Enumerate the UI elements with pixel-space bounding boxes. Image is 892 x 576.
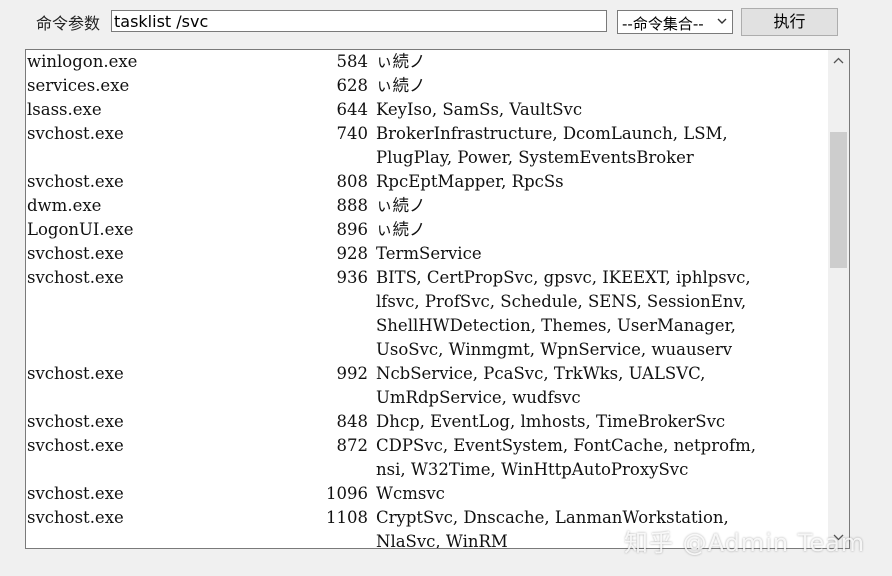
scroll-up-button[interactable] (828, 50, 849, 72)
process-name: dwm.exe (27, 196, 102, 215)
process-services: ぃ続ノ (376, 76, 426, 95)
process-line: LogonUI.exe 896 ぃ続ノ (26, 218, 829, 242)
process-services: CDPSvc, EventSystem, FontCache, netprofm… (376, 436, 757, 455)
process-name: svchost.exe (27, 412, 124, 431)
process-row: svchost.exe 928 TermService (26, 242, 829, 266)
process-line: ShellHWDetection, Themes, UserManager, (26, 314, 829, 338)
process-services: UsoSvc, Winmgmt, WpnService, wuauserv (376, 340, 733, 359)
process-services: nsi, W32Time, WinHttpAutoProxySvc (376, 460, 689, 479)
chevron-up-icon (833, 57, 844, 64)
process-row: svchost.exe 740 BrokerInfrastructure, Dcom… (26, 122, 829, 170)
process-line: lsass.exe 644 KeyIso, SamSs, VaultSvc (26, 98, 829, 122)
process-pid: 644 (336, 100, 369, 119)
process-pid: 808 (336, 172, 369, 191)
process-line: svchost.exe 992 NcbService, PcaSvc, TrkWks… (26, 362, 829, 386)
process-pid: 628 (336, 76, 369, 95)
process-services: NcbService, PcaSvc, TrkWks, UALSVC, (376, 364, 706, 383)
process-line: svchost.exe 936 BITS, CertPropSvc, gpsvc, … (26, 266, 829, 290)
process-name: svchost.exe (27, 508, 124, 527)
process-name: services.exe (27, 76, 130, 95)
process-line: PlugPlay, Power, SystemEventsBroker (26, 146, 829, 170)
command-set-selected-text: --命令集合-- (622, 15, 704, 33)
process-line: services.exe 628 ぃ続ノ (26, 74, 829, 98)
process-line: UsoSvc, Winmgmt, WpnService, wuauserv (26, 338, 829, 362)
process-pid: 888 (336, 196, 369, 215)
toolbar: 命令参数 --命令集合-- 执行 (0, 0, 892, 44)
process-services: lfsvc, ProfSvc, Schedule, SENS, SessionE… (376, 292, 747, 311)
process-pid: 896 (336, 220, 369, 239)
process-services: ぃ続ノ (376, 52, 426, 71)
process-row: svchost.exe 848 Dhcp, EventLog, lmhosts, T… (26, 410, 829, 434)
process-row: svchost.exe 808 RpcEptMapper, RpcSs (26, 170, 829, 194)
process-line: winlogon.exe 584 ぃ続ノ (26, 50, 829, 74)
process-services: PlugPlay, Power, SystemEventsBroker (376, 148, 694, 167)
process-name: svchost.exe (27, 244, 124, 263)
process-pid: 584 (336, 52, 369, 71)
process-name: winlogon.exe (27, 52, 138, 71)
command-input[interactable] (111, 10, 607, 32)
process-row: svchost.exe 1096 Wcmsvc (26, 482, 829, 506)
process-services: BrokerInfrastructure, DcomLaunch, LSM, (376, 124, 728, 143)
process-row: LogonUI.exe 896 ぃ続ノ (26, 218, 829, 242)
process-row: svchost.exe 992 NcbService, PcaSvc, TrkWks… (26, 362, 829, 410)
execute-button[interactable]: 执行 (741, 8, 838, 36)
process-services: ShellHWDetection, Themes, UserManager, (376, 316, 736, 335)
process-services: UmRdpService, wudfsvc (376, 388, 581, 407)
process-name: svchost.exe (27, 364, 124, 383)
process-row: services.exe 628 ぃ続ノ (26, 74, 829, 98)
process-line: dwm.exe 888 ぃ続ノ (26, 194, 829, 218)
process-name: svchost.exe (27, 436, 124, 455)
process-line: lfsvc, ProfSvc, Schedule, SENS, SessionE… (26, 290, 829, 314)
process-name: svchost.exe (27, 172, 124, 191)
process-name: svchost.exe (27, 484, 124, 503)
process-pid: 872 (336, 436, 369, 455)
process-line: nsi, W32Time, WinHttpAutoProxySvc (26, 458, 829, 482)
process-services: KeyIso, SamSs, VaultSvc (376, 100, 583, 119)
process-services: ぃ続ノ (376, 196, 426, 215)
process-name: LogonUI.exe (27, 220, 134, 239)
output-panel: winlogon.exe 584 ぃ続ノ services.exe 628 ぃ続ノ lsas… (25, 49, 850, 549)
chevron-down-icon (717, 18, 727, 24)
process-line: svchost.exe 928 TermService (26, 242, 829, 266)
process-row: svchost.exe 872 CDPSvc, EventSystem, FontC… (26, 434, 829, 482)
process-pid: 1096 (326, 484, 368, 503)
process-services: Wcmsvc (376, 484, 445, 503)
command-set-select[interactable]: --命令集合-- (617, 10, 733, 34)
process-name: svchost.exe (27, 268, 124, 287)
process-line: UmRdpService, wudfsvc (26, 386, 829, 410)
process-services: TermService (376, 244, 482, 263)
process-services: ぃ続ノ (376, 220, 426, 239)
process-services: NlaSvc, WinRM (376, 532, 508, 548)
watermark: 知乎 @Admin Team (624, 529, 866, 557)
process-row: winlogon.exe 584 ぃ続ノ (26, 50, 829, 74)
process-pid: 928 (336, 244, 369, 263)
process-name: svchost.exe (27, 124, 124, 143)
vertical-scrollbar[interactable] (828, 50, 849, 548)
process-row: dwm.exe 888 ぃ続ノ (26, 194, 829, 218)
process-line: svchost.exe 872 CDPSvc, EventSystem, FontC… (26, 434, 829, 458)
process-line: svchost.exe 848 Dhcp, EventLog, lmhosts, T… (26, 410, 829, 434)
process-pid: 936 (336, 268, 369, 287)
process-line: svchost.exe 808 RpcEptMapper, RpcSs (26, 170, 829, 194)
process-services: Dhcp, EventLog, lmhosts, TimeBrokerSvc (376, 412, 726, 431)
process-row: lsass.exe 644 KeyIso, SamSs, VaultSvc (26, 98, 829, 122)
process-line: svchost.exe 1096 Wcmsvc (26, 482, 829, 506)
process-name: lsass.exe (27, 100, 102, 119)
command-label: 命令参数 (36, 14, 101, 33)
process-pid: 740 (336, 124, 369, 143)
output-text[interactable]: winlogon.exe 584 ぃ続ノ services.exe 628 ぃ続ノ lsas… (26, 50, 829, 548)
process-pid: 992 (336, 364, 369, 383)
scroll-thumb[interactable] (830, 132, 847, 268)
process-pid: 848 (336, 412, 369, 431)
process-pid: 1108 (326, 508, 368, 527)
process-services: BITS, CertPropSvc, gpsvc, IKEEXT, iphlps… (376, 268, 751, 287)
process-line: svchost.exe 740 BrokerInfrastructure, Dcom… (26, 122, 829, 146)
process-row: svchost.exe 936 BITS, CertPropSvc, gpsvc, … (26, 266, 829, 362)
process-services: RpcEptMapper, RpcSs (376, 172, 564, 191)
